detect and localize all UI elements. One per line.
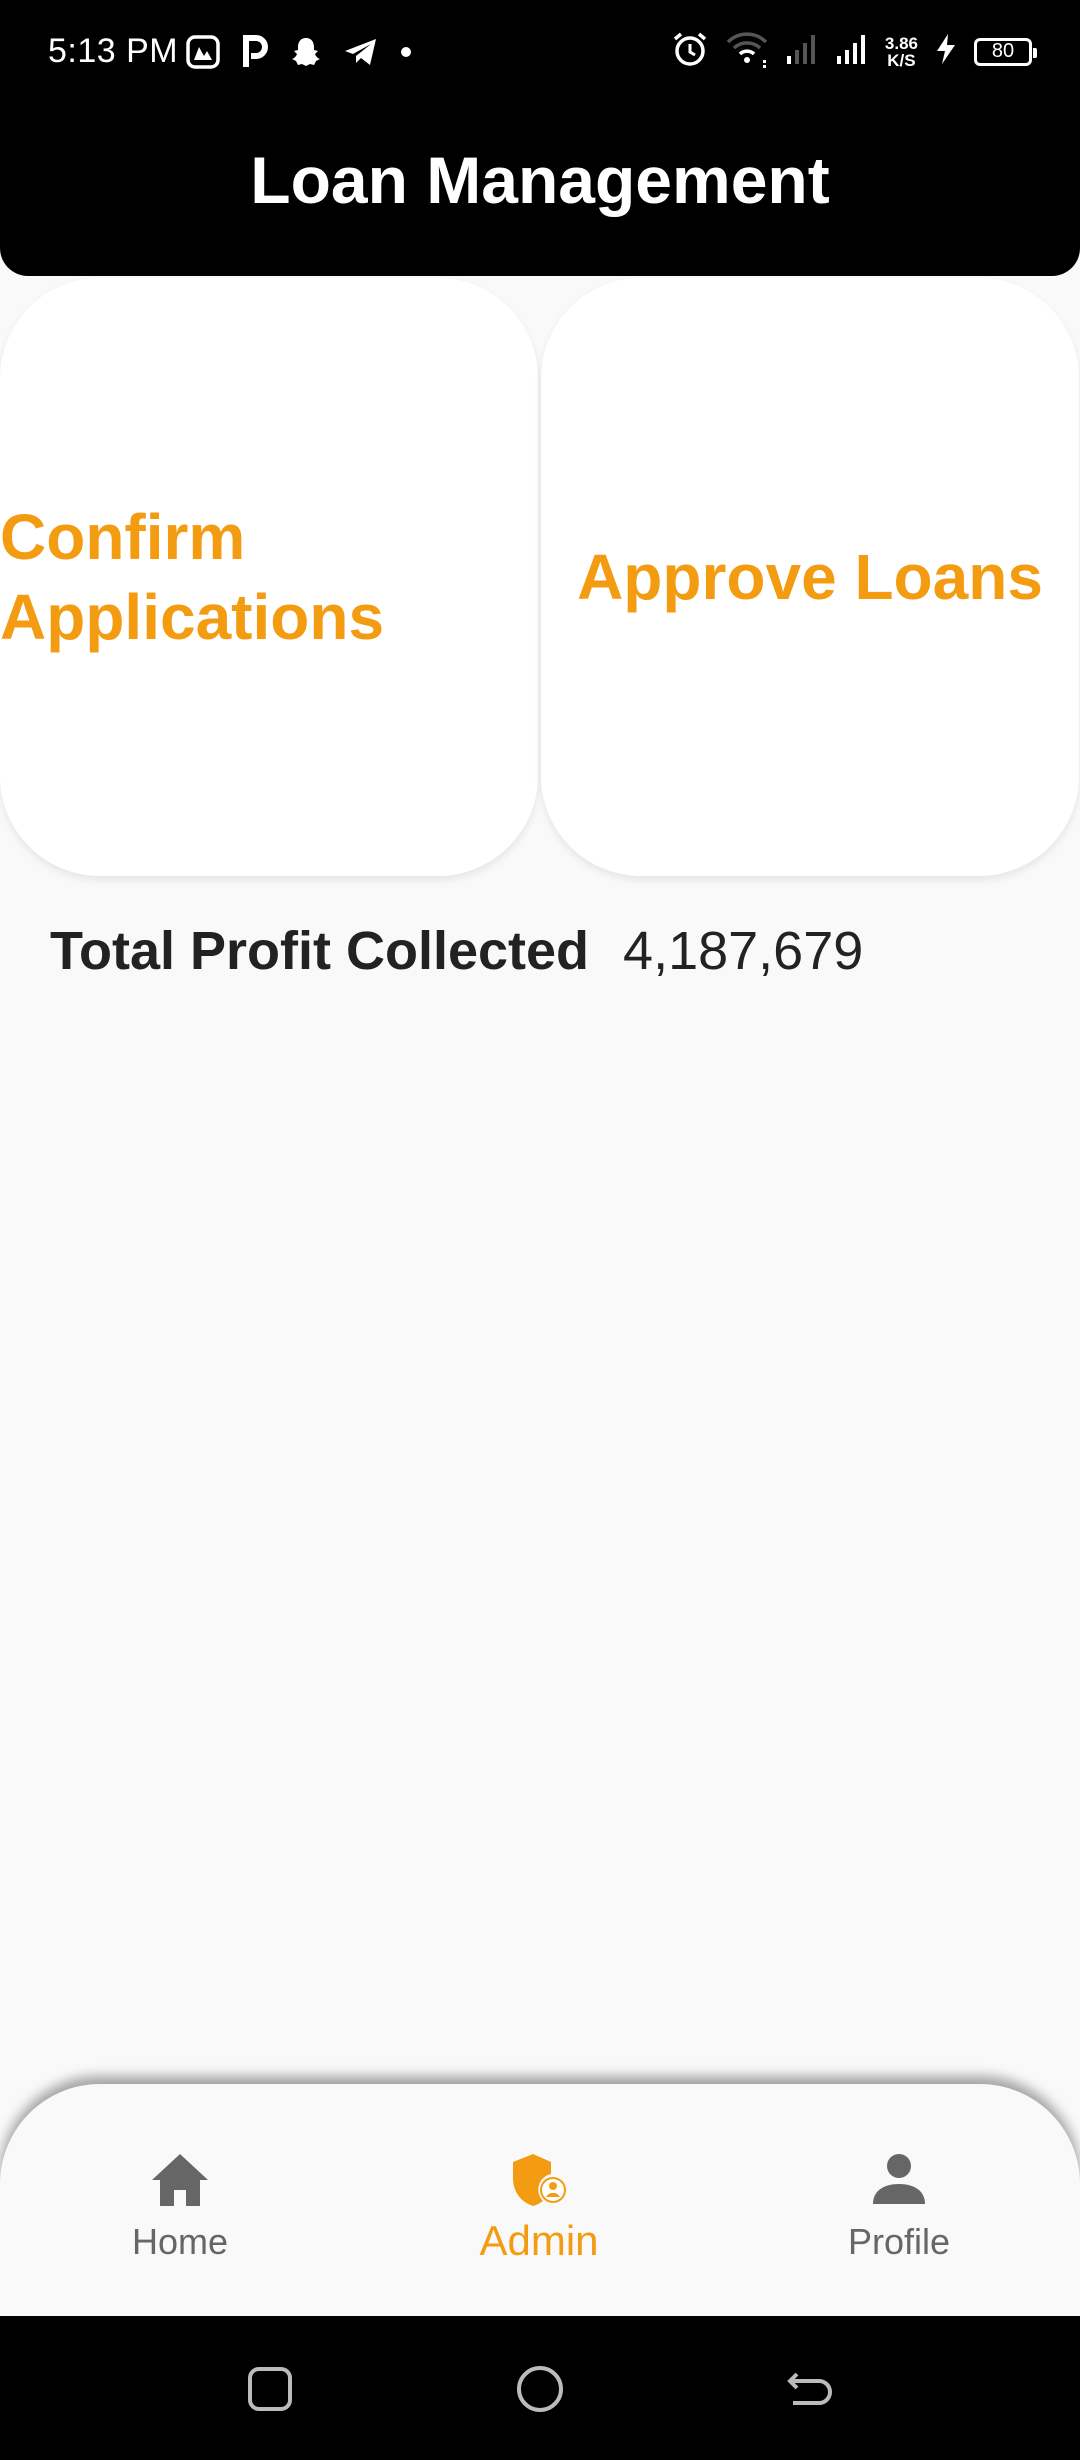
approve-loans-label: Approve Loans [577, 541, 1043, 613]
confirm-applications-label: Confirm Applications [0, 501, 385, 653]
bottom-nav: Home Admin Profile [0, 2084, 1080, 2316]
nav-admin-label: Admin [479, 2217, 599, 2264]
status-right-icons: 3.86 K/S 80 [671, 30, 1037, 73]
nav-profile-label: Profile [847, 2221, 951, 2262]
home-icon [148, 2150, 212, 2215]
wifi-icon [725, 30, 769, 73]
net-speed-value: 3.86 [884, 33, 918, 53]
telegram-icon [343, 36, 379, 73]
nav-home-label: Home [131, 2221, 229, 2262]
charging-icon [934, 32, 958, 71]
alarm-icon [671, 30, 709, 73]
admin-shield-icon [507, 2150, 571, 2215]
nav-home[interactable]: Home [80, 2150, 280, 2263]
system-nav-bar [0, 2316, 1080, 2460]
page-title: Loan Management [250, 143, 830, 217]
status-time: 5:13 PM [48, 32, 179, 70]
profit-row: Total Profit Collected 4,187,679 [50, 920, 863, 982]
signal-icon-2 [835, 32, 869, 71]
p-icon [241, 34, 269, 75]
app-header: Loan Management [0, 110, 1080, 276]
nav-profile[interactable]: Profile [799, 2150, 999, 2263]
dot-icon [399, 45, 413, 64]
net-speed: 3.86 K/S [885, 35, 918, 69]
profit-value: 4,187,679 [623, 921, 864, 981]
battery-icon: 80 [974, 37, 1037, 66]
profit-label: Total Profit Collected [50, 921, 590, 981]
back-button[interactable] [785, 2364, 835, 2414]
status-bar: 5:13 PM 3.86 K/S 80 [0, 0, 1080, 110]
status-left-icons [185, 34, 413, 75]
net-speed-unit: K/S [887, 50, 916, 70]
battery-level: 80 [991, 40, 1015, 62]
person-icon [867, 2150, 931, 2215]
nav-admin[interactable]: Admin [439, 2150, 639, 2265]
gallery-icon [185, 34, 221, 75]
signal-icon-1 [785, 32, 819, 71]
recent-apps-button[interactable] [245, 2364, 295, 2414]
home-button[interactable] [515, 2364, 565, 2414]
approve-loans-card[interactable]: Approve Loans [541, 278, 1079, 876]
confirm-applications-card[interactable]: Confirm Applications [0, 278, 538, 876]
snapchat-icon [289, 35, 323, 74]
